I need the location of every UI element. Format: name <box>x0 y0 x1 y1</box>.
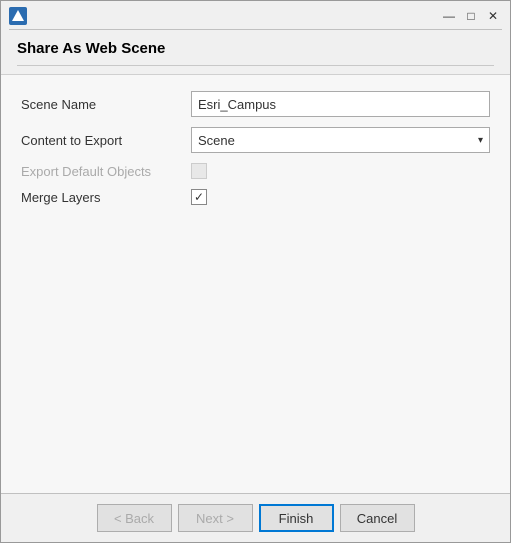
cancel-button[interactable]: Cancel <box>340 504 415 532</box>
finish-button[interactable]: Finish <box>259 504 334 532</box>
close-button[interactable]: ✕ <box>484 7 502 25</box>
app-icon <box>9 7 27 25</box>
content-area: Scene Name Content to Export Scene ▾ Exp… <box>1 74 510 493</box>
merge-layers-check-icon: ✓ <box>194 191 204 203</box>
footer: < Back Next > Finish Cancel <box>1 493 510 542</box>
scene-name-row: Scene Name <box>21 91 490 117</box>
merge-layers-row: Merge Layers ✓ <box>21 189 490 205</box>
merge-layers-label: Merge Layers <box>21 190 191 205</box>
next-button[interactable]: Next > <box>178 504 253 532</box>
merge-layers-checkbox[interactable]: ✓ <box>191 189 207 205</box>
content-export-value: Scene <box>198 133 235 148</box>
dropdown-arrow-icon: ▾ <box>478 135 483 146</box>
scene-name-label: Scene Name <box>21 97 191 112</box>
content-export-label: Content to Export <box>21 133 191 148</box>
export-default-row: Export Default Objects <box>21 163 490 179</box>
export-default-label: Export Default Objects <box>21 164 191 179</box>
title-bar-controls: — □ ✕ <box>440 7 502 25</box>
content-export-select[interactable]: Scene ▾ <box>191 127 490 153</box>
export-default-checkbox[interactable] <box>191 163 207 179</box>
dialog-title: Share As Web Scene <box>17 40 494 57</box>
dialog-window: — □ ✕ Share As Web Scene Scene Name Cont… <box>0 0 511 543</box>
dialog-header: Share As Web Scene <box>1 30 510 74</box>
title-bar: — □ ✕ <box>1 1 510 29</box>
maximize-button[interactable]: □ <box>462 7 480 25</box>
back-button[interactable]: < Back <box>97 504 172 532</box>
content-export-row: Content to Export Scene ▾ <box>21 127 490 153</box>
title-bar-left <box>9 7 27 25</box>
scene-name-input[interactable] <box>191 91 490 117</box>
minimize-button[interactable]: — <box>440 7 458 25</box>
header-divider <box>17 65 494 66</box>
